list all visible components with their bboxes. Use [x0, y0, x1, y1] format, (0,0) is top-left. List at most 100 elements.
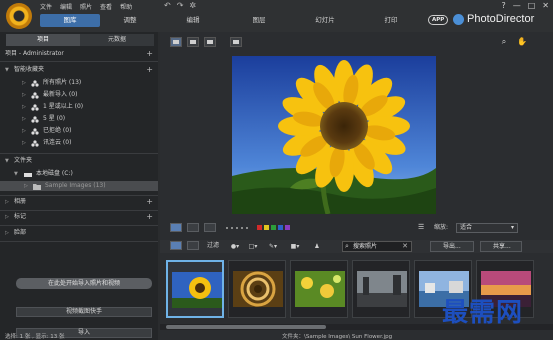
menu-photo[interactable]: 照片: [80, 2, 92, 11]
search-input[interactable]: ⌕ 搜索照片 ✕: [342, 241, 412, 252]
tab-edit[interactable]: 编辑: [160, 14, 226, 27]
thumbnail-staircase[interactable]: [228, 260, 286, 318]
rating-dot[interactable]: [231, 227, 233, 229]
tags-header[interactable]: ▷ 标记 +: [0, 212, 158, 222]
help-button[interactable]: ?: [501, 1, 505, 10]
color-label-yellow[interactable]: [264, 225, 269, 230]
menu-edit[interactable]: 编辑: [60, 2, 72, 11]
color-filter-icon[interactable]: ■▾: [288, 242, 302, 251]
list-view-button[interactable]: [187, 241, 199, 250]
watermark-text: 最需网: [442, 298, 524, 328]
zoom-value: 适合: [460, 224, 473, 231]
tree-item-all-photos[interactable]: ▷ 所有照片 (13): [0, 78, 158, 88]
menu-view[interactable]: 查看: [100, 2, 112, 11]
thumbnail-view-button[interactable]: [170, 241, 182, 250]
maximize-button[interactable]: □: [528, 1, 536, 10]
add-album-icon[interactable]: +: [146, 197, 153, 207]
flag-filter-icon[interactable]: ●▾: [228, 242, 242, 251]
tab-layers[interactable]: 图层: [226, 14, 292, 27]
smart-collection-icon: [31, 116, 39, 123]
divider: [0, 61, 158, 62]
app-badge[interactable]: APP: [428, 15, 449, 25]
thumbnail-street[interactable]: [352, 260, 410, 318]
collapse-arrow-icon: ▷: [22, 104, 26, 110]
tab-print[interactable]: 打印: [358, 14, 424, 27]
view-fullscreen-button[interactable]: [230, 37, 242, 47]
person-filter-icon[interactable]: ♟: [310, 242, 324, 251]
zoom-label: 缩放:: [434, 224, 449, 231]
tree-item-label: 已拒绝 (0): [43, 127, 72, 134]
folders-label: 文件夹: [14, 157, 33, 164]
scrollbar-thumb[interactable]: [166, 325, 326, 329]
tree-item-label: 讯连云 (0): [43, 139, 72, 146]
smart-collections-header[interactable]: ▼ 智能收藏夹 +: [0, 65, 158, 75]
tree-item-sample-images[interactable]: ▷ Sample Images (13): [0, 181, 158, 191]
close-button[interactable]: ✕: [542, 1, 549, 10]
video-snapshot-button[interactable]: 视频截图快手: [16, 307, 152, 317]
gear-icon[interactable]: ✲: [189, 1, 196, 10]
zoom-icon[interactable]: ⌕: [498, 37, 510, 47]
frame-filter-icon[interactable]: □▾: [246, 242, 260, 251]
tab-adjust[interactable]: 调整: [100, 14, 160, 27]
tree-item-label: 1 星或以上 (0): [43, 103, 84, 110]
thumbnail-image: [233, 271, 283, 307]
status-bar: 选择: 1 张 , 显示: 13 张 文件夹：\Sample Images\ S…: [0, 332, 553, 340]
thumbnail-flowers[interactable]: [290, 260, 348, 318]
export-button[interactable]: 导出...: [430, 241, 474, 252]
tree-item-rejected[interactable]: ▷ 已拒绝 (0): [0, 126, 158, 136]
photo-preview[interactable]: [232, 56, 436, 214]
view-icon: [207, 40, 213, 44]
rating-dot[interactable]: [226, 227, 228, 229]
view-grid-button[interactable]: [204, 37, 216, 47]
grid-view-button[interactable]: [204, 223, 216, 232]
zoom-select[interactable]: 适合 ▾: [456, 223, 518, 233]
rating-dot[interactable]: [241, 227, 243, 229]
color-label-red[interactable]: [257, 225, 262, 230]
view-browser-button[interactable]: [170, 37, 182, 47]
brush-filter-icon[interactable]: ✎▾: [266, 242, 280, 251]
dual-view-button[interactable]: [187, 223, 199, 232]
filter-label[interactable]: 过滤: [207, 241, 219, 251]
title-bar: 文件 编辑 照片 查看 帮助 ↶ ↷ ✲ ? — □ ✕ 图库 调整 编辑 图层…: [0, 0, 553, 32]
tab-library[interactable]: 图库: [40, 14, 100, 27]
add-tag-icon[interactable]: +: [146, 212, 153, 222]
tree-item-cloud[interactable]: ▷ 讯连云 (0): [0, 138, 158, 148]
tab-project[interactable]: 项目: [6, 34, 80, 46]
tab-metadata[interactable]: 元数据: [80, 34, 154, 46]
hand-icon[interactable]: ✋: [516, 37, 528, 47]
folders-header[interactable]: ▼ 文件夹: [0, 156, 158, 166]
thumbnail-sunflower[interactable]: [166, 260, 224, 318]
expand-arrow-icon: ▼: [14, 171, 18, 177]
tab-slideshow[interactable]: 幻灯片: [292, 14, 358, 27]
smart-collection-icon: [31, 140, 39, 147]
undo-icon[interactable]: ↶: [164, 1, 171, 10]
start-import-button[interactable]: 在此处开始导入照片和视频: [16, 278, 152, 289]
faces-header[interactable]: ▷ 脸部: [0, 228, 158, 238]
collapse-arrow-icon: ▷: [22, 140, 26, 146]
add-smart-collection-icon[interactable]: +: [146, 65, 153, 75]
rating-dot[interactable]: [246, 227, 248, 229]
minimize-button[interactable]: —: [513, 1, 521, 10]
color-label-purple[interactable]: [285, 225, 290, 230]
left-panel: 项目 元数据 项目 - Administrator + ▼ 智能收藏夹 + ▷ …: [0, 32, 158, 340]
tree-item-five-star[interactable]: ▷ 5 星 (0): [0, 114, 158, 124]
faces-label: 脸部: [14, 229, 27, 236]
project-label: 项目 - Administrator: [5, 50, 64, 57]
tree-item-recent-import[interactable]: ▷ 最新导入 (0): [0, 90, 158, 100]
color-label-green[interactable]: [271, 225, 276, 230]
sort-icon[interactable]: ☰: [418, 223, 424, 231]
color-label-blue[interactable]: [278, 225, 283, 230]
menu-help[interactable]: 帮助: [120, 2, 132, 11]
rating-dot[interactable]: [236, 227, 238, 229]
albums-label: 相册: [14, 198, 27, 205]
single-view-button[interactable]: [170, 223, 182, 232]
menu-file[interactable]: 文件: [40, 2, 52, 11]
albums-header[interactable]: ▷ 相册 +: [0, 197, 158, 207]
clear-search-icon[interactable]: ✕: [402, 242, 408, 251]
view-compare-button[interactable]: [187, 37, 199, 47]
tree-item-local-disk[interactable]: ▼ 本地磁盘 (C:): [0, 169, 158, 179]
share-button[interactable]: 共享...: [480, 241, 522, 252]
add-project-icon[interactable]: +: [146, 49, 153, 59]
tree-item-one-star[interactable]: ▷ 1 星或以上 (0): [0, 102, 158, 112]
redo-icon[interactable]: ↷: [177, 1, 184, 10]
